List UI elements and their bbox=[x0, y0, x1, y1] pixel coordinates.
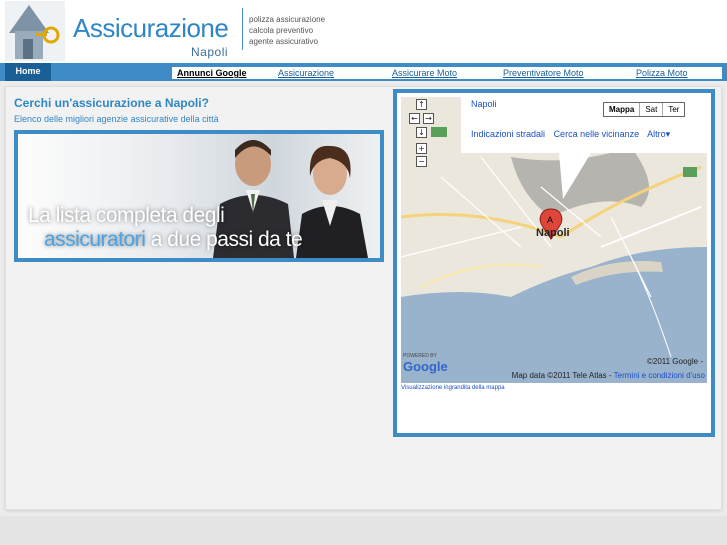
larger-map-link[interactable]: Visualizzazione ingrandita della mappa bbox=[401, 385, 505, 391]
page-subheadline: Elenco delle migliori agenzie assicurati… bbox=[14, 114, 219, 124]
pan-left-icon[interactable]: ← bbox=[409, 113, 420, 124]
banner-line-2-rest: a due passi da te bbox=[145, 228, 303, 251]
nav-link-assicurazione[interactable]: Assicurazione bbox=[278, 67, 334, 79]
google-logo[interactable]: Google bbox=[403, 359, 448, 374]
promo-banner[interactable]: La lista completa degli assicuratori a d… bbox=[14, 130, 384, 262]
pan-right-icon[interactable]: → bbox=[423, 113, 434, 124]
map-pin-label[interactable]: Napoli bbox=[536, 227, 570, 239]
logo-title: Assicurazione bbox=[73, 13, 229, 43]
nav-link-annunci-google[interactable]: Annunci Google bbox=[177, 67, 247, 79]
nav-link-preventivatore-moto[interactable]: Preventivatore Moto bbox=[503, 67, 584, 79]
header-links: polizza assicurazione calcola preventivo… bbox=[249, 14, 325, 47]
google-map[interactable]: A Napoli Indicazioni stradali Cerca nell… bbox=[401, 97, 707, 383]
logo-subtitle: Napoli bbox=[191, 45, 229, 59]
nav-bar: Home Annunci Google Assicurazione Assicu… bbox=[0, 63, 727, 81]
map-info-links: Indicazioni stradali Cerca nelle vicinan… bbox=[471, 129, 676, 140]
map-type-switch: Mappa Sat Ter bbox=[603, 102, 686, 117]
nav-links-strip: Annunci Google Assicurazione Assicurare … bbox=[172, 67, 722, 79]
site-header: Assicurazione Napoli polizza assicurazio… bbox=[0, 0, 727, 63]
map-zoom-controls: ↑ ← → ↓ + − bbox=[409, 99, 435, 169]
banner-line-1: La lista completa degli bbox=[28, 204, 225, 227]
zoom-in-icon[interactable]: + bbox=[416, 143, 427, 154]
map-type-map-button[interactable]: Mappa bbox=[604, 103, 639, 116]
map-place-name: Napoli bbox=[471, 99, 497, 109]
footer-band bbox=[0, 516, 727, 545]
search-nearby-link[interactable]: Cerca nelle vicinanze bbox=[554, 129, 640, 139]
header-link-polizza[interactable]: polizza assicurazione bbox=[249, 14, 325, 25]
map-data-text: Map data ©2011 Tele Atlas - bbox=[511, 371, 612, 380]
more-link[interactable]: Altro▾ bbox=[647, 129, 670, 139]
map-type-sat-button[interactable]: Sat bbox=[639, 103, 662, 116]
header-divider bbox=[242, 8, 243, 50]
nav-home-button[interactable]: Home bbox=[5, 63, 51, 81]
header-link-preventivo[interactable]: calcola preventivo bbox=[249, 25, 325, 36]
map-type-terrain-button[interactable]: Ter bbox=[662, 103, 684, 116]
pan-up-icon[interactable]: ↑ bbox=[416, 99, 427, 110]
directions-link[interactable]: Indicazioni stradali bbox=[471, 129, 545, 139]
map-frame: A Napoli Indicazioni stradali Cerca nell… bbox=[393, 89, 715, 437]
pan-down-icon[interactable]: ↓ bbox=[416, 127, 427, 138]
main-content: Cerchi un'assicurazione a Napoli? Elenco… bbox=[5, 86, 722, 510]
map-terms-link[interactable]: Termini e condizioni d'uso bbox=[614, 371, 705, 380]
header-link-agente[interactable]: agente assicurativo bbox=[249, 36, 325, 47]
nav-link-assicurare-moto[interactable]: Assicurare Moto bbox=[392, 67, 457, 79]
banner-line-2: assicuratori a due passi da te bbox=[44, 228, 303, 252]
banner-highlight: assicuratori bbox=[44, 228, 146, 251]
page-headline: Cerchi un'assicurazione a Napoli? bbox=[14, 96, 209, 110]
map-pin-letter: A bbox=[547, 215, 553, 225]
map-copyright: ©2011 Google - bbox=[646, 357, 703, 366]
site-logo[interactable]: Assicurazione Napoli bbox=[5, 1, 229, 61]
info-bubble-tail bbox=[559, 153, 591, 199]
zoom-out-icon[interactable]: − bbox=[416, 156, 427, 167]
nav-link-polizza-moto[interactable]: Polizza Moto bbox=[636, 67, 688, 79]
house-logo-icon bbox=[5, 1, 65, 61]
map-data-attribution: Map data ©2011 Tele Atlas - Termini e co… bbox=[512, 371, 705, 380]
